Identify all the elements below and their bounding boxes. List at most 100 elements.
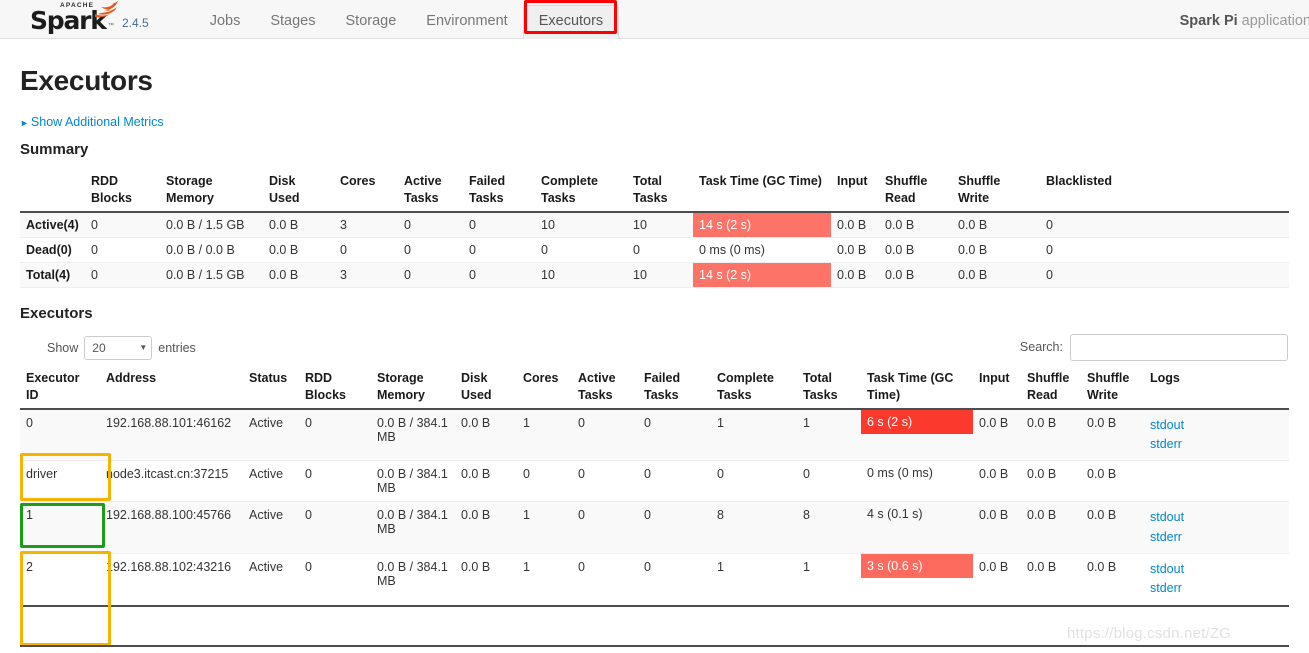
exec-th-status[interactable]: Status [243, 368, 299, 409]
show-additional-metrics-toggle[interactable]: ►Show Additional Metrics [20, 115, 1289, 129]
exec-cell-storage-memory: 0.0 B / 384.1 MB [371, 554, 455, 606]
task-time-value: 14 s (2 s) [699, 218, 751, 232]
exec-cell-rdd-blocks: 0 [299, 502, 371, 554]
exec-th-address[interactable]: Address [100, 368, 243, 409]
summary-cell-complete-tasks: 10 [535, 262, 627, 287]
summary-header-row: RDD Blocks Storage Memory Disk Used Core… [20, 171, 1289, 212]
summary-th-rdd-blocks: RDD Blocks [85, 171, 160, 212]
exec-cell-total-tasks: 0 [797, 461, 861, 502]
exec-cell-active-tasks: 0 [572, 409, 638, 461]
watermark: https://blog.csdn.net/ZG [1067, 625, 1231, 642]
table-row: drivernode3.itcast.cn:37215Active00.0 B … [20, 461, 1289, 502]
summary-cell-storage-memory: 0.0 B / 1.5 GB [160, 262, 263, 287]
summary-cell-storage-memory: 0.0 B / 1.5 GB [160, 212, 263, 238]
exec-th-complete-tasks[interactable]: Complete Tasks [711, 368, 797, 409]
executors-table: Executor ID Address Status RDD Blocks St… [20, 368, 1289, 607]
exec-cell-task-time: 0 ms (0 ms) [861, 461, 973, 502]
summary-cell-rdd-blocks: 0 [85, 212, 160, 238]
summary-cell-failed-tasks: 0 [463, 262, 535, 287]
summary-cell-shuffle-read: 0.0 B [879, 212, 952, 238]
log-link-stderr[interactable]: stderr [1150, 435, 1283, 454]
summary-cell-active-tasks: 0 [398, 212, 463, 238]
log-link-stderr[interactable]: stderr [1150, 528, 1283, 547]
summary-cell-disk-used: 0.0 B [263, 237, 334, 262]
exec-th-task-time[interactable]: Task Time (GC Time) [861, 368, 973, 409]
exec-th-active-tasks[interactable]: Active Tasks [572, 368, 638, 409]
log-link-stderr[interactable]: stderr [1150, 579, 1283, 598]
show-label: Show [47, 341, 78, 355]
exec-cell-total-tasks: 8 [797, 502, 861, 554]
summary-cell-shuffle-write: 0.0 B [952, 237, 1040, 262]
log-link-stdout[interactable]: stdout [1150, 416, 1283, 435]
summary-cell-blacklisted: 0 [1040, 262, 1289, 287]
exec-th-total-tasks[interactable]: Total Tasks [797, 368, 861, 409]
tab-stages[interactable]: Stages [255, 6, 330, 39]
summary-cell-storage-memory: 0.0 B / 0.0 B [160, 237, 263, 262]
summary-row: Dead(0)00.0 B / 0.0 B0.0 B000000 ms (0 m… [20, 237, 1289, 262]
search-control: Search: [1020, 334, 1288, 361]
summary-cell-total-tasks: 10 [627, 262, 693, 287]
exec-cell-rdd-blocks: 0 [299, 461, 371, 502]
exec-cell-cores: 1 [517, 502, 572, 554]
tab-environment[interactable]: Environment [411, 6, 522, 39]
exec-cell-address: 192.168.88.100:45766 [100, 502, 243, 554]
exec-th-logs[interactable]: Logs [1144, 368, 1289, 409]
summary-cell-complete-tasks: 10 [535, 212, 627, 238]
summary-th-task-time: Task Time (GC Time) [693, 171, 831, 212]
exec-cell-complete-tasks: 1 [711, 409, 797, 461]
table-row: 1192.168.88.100:45766Active00.0 B / 384.… [20, 502, 1289, 554]
summary-cell-rdd-blocks: 0 [85, 237, 160, 262]
exec-th-shuffle-write[interactable]: Shuffle Write [1081, 368, 1144, 409]
tab-jobs[interactable]: Jobs [195, 6, 256, 39]
exec-cell-complete-tasks: 1 [711, 554, 797, 606]
exec-th-disk-used[interactable]: Disk Used [455, 368, 517, 409]
show-entries-control: Show 20 ▼ entries [47, 336, 196, 360]
summary-row: Active(4)00.0 B / 1.5 GB0.0 B300101014 s… [20, 212, 1289, 238]
exec-th-rdd-blocks[interactable]: RDD Blocks [299, 368, 371, 409]
summary-cell-rdd-blocks: 0 [85, 262, 160, 287]
exec-cell-status: Active [243, 554, 299, 606]
exec-cell-total-tasks: 1 [797, 409, 861, 461]
exec-cell-complete-tasks: 8 [711, 502, 797, 554]
exec-th-storage-memory[interactable]: Storage Memory [371, 368, 455, 409]
exec-cell-shuffle-write: 0.0 B [1081, 502, 1144, 554]
chevron-right-icon: ► [20, 118, 29, 128]
summary-cell-failed-tasks: 0 [463, 237, 535, 262]
summary-cell-blacklisted: 0 [1040, 212, 1289, 238]
exec-cell-address: 192.168.88.101:46162 [100, 409, 243, 461]
executors-header-row: Executor ID Address Status RDD Blocks St… [20, 368, 1289, 409]
exec-th-cores[interactable]: Cores [517, 368, 572, 409]
summary-cell-shuffle-read: 0.0 B [879, 237, 952, 262]
exec-th-executor-id[interactable]: Executor ID [20, 368, 100, 409]
tab-executors[interactable]: Executors [523, 5, 619, 40]
exec-th-shuffle-read[interactable]: Shuffle Read [1021, 368, 1081, 409]
summary-cell-input: 0.0 B [831, 212, 879, 238]
exec-th-input[interactable]: Input [973, 368, 1021, 409]
task-time-value: 0 ms (0 ms) [699, 243, 765, 257]
search-input[interactable] [1070, 334, 1288, 361]
page-title: Executors [20, 65, 1289, 97]
task-time-value: 0 ms (0 ms) [867, 466, 933, 480]
summary-cell-task-time: 14 s (2 s) [693, 212, 831, 238]
log-link-stdout[interactable]: stdout [1150, 560, 1283, 579]
summary-th-blacklisted: Blacklisted [1040, 171, 1289, 212]
summary-row-label: Active(4) [20, 212, 85, 238]
entries-per-page-value: 20 [92, 341, 105, 355]
exec-cell-executor-id: 0 [20, 409, 100, 461]
table-row: 0192.168.88.101:46162Active00.0 B / 384.… [20, 409, 1289, 461]
brand[interactable]: APACHE Spark ™ 2.4.5 [0, 0, 149, 38]
log-link-stdout[interactable]: stdout [1150, 508, 1283, 527]
exec-cell-complete-tasks: 0 [711, 461, 797, 502]
summary-cell-task-time: 14 s (2 s) [693, 262, 831, 287]
exec-cell-active-tasks: 0 [572, 461, 638, 502]
summary-cell-input: 0.0 B [831, 237, 879, 262]
tab-storage[interactable]: Storage [331, 6, 412, 39]
exec-cell-shuffle-read: 0.0 B [1021, 461, 1081, 502]
summary-th-total-tasks: Total Tasks [627, 171, 693, 212]
exec-cell-cores: 1 [517, 554, 572, 606]
spark-logo-icon[interactable]: APACHE Spark ™ [30, 1, 116, 35]
summary-row-label: Dead(0) [20, 237, 85, 262]
entries-per-page-select[interactable]: 20 ▼ [84, 336, 152, 360]
exec-th-failed-tasks[interactable]: Failed Tasks [638, 368, 711, 409]
summary-cell-disk-used: 0.0 B [263, 212, 334, 238]
